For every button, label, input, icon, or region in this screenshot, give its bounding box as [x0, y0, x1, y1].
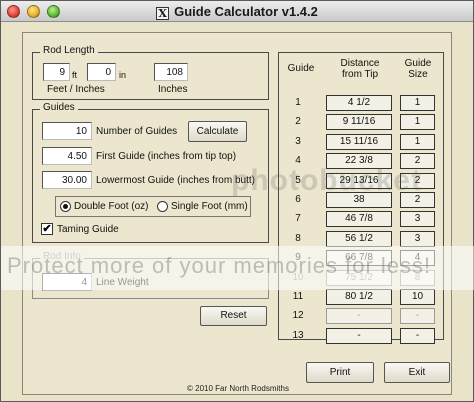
- feet-inches-label: Feet / Inches: [47, 84, 105, 95]
- table-cell-distance: 38: [326, 192, 392, 208]
- lowermost-guide-input[interactable]: 30.00: [42, 171, 92, 189]
- exit-button[interactable]: Exit: [384, 362, 450, 383]
- line-weight-input[interactable]: 4: [42, 273, 92, 291]
- table-cell-size: 4: [400, 250, 435, 267]
- table-cell-distance: 22 3/8: [326, 153, 392, 170]
- table-cell-size: 1: [400, 95, 435, 111]
- table-cell-size: 3: [400, 230, 435, 247]
- number-of-guides-input[interactable]: 10: [42, 122, 92, 140]
- feet-input[interactable]: 9: [43, 63, 70, 81]
- table-row-guide-number: 1: [295, 97, 301, 108]
- first-guide-input[interactable]: 4.50: [42, 147, 92, 165]
- rod-info-group: Rod Info 4 Line Weight: [32, 251, 269, 299]
- table-row-guide-number: 3: [295, 135, 301, 147]
- col-header-distance: Distance from Tip: [340, 58, 380, 80]
- table-row-guide-number: 8: [295, 232, 301, 244]
- single-foot-label[interactable]: Single Foot (mm): [171, 201, 248, 212]
- table-row-guide-number: 11: [292, 291, 304, 302]
- table-row-guide-number: 7: [295, 213, 301, 225]
- table-row-guide-number: 13: [292, 329, 304, 341]
- inches-input[interactable]: 0: [87, 63, 116, 81]
- table-row-guide-number: 6: [295, 194, 301, 205]
- title-bar: X Guide Calculator v1.4.2: [1, 1, 473, 22]
- table-cell-size: 2: [400, 172, 435, 189]
- table-row-guide-number: 4: [295, 155, 301, 167]
- taming-guide-checkbox[interactable]: ✔: [41, 223, 53, 235]
- single-foot-radio[interactable]: [157, 201, 168, 212]
- reset-button[interactable]: Reset: [200, 306, 267, 326]
- table-cell-size: 2: [400, 153, 435, 170]
- table-cell-size: 3: [400, 211, 435, 228]
- total-inches-label: Inches: [158, 84, 188, 95]
- calculate-button[interactable]: Calculate: [188, 121, 247, 142]
- inches-unit-label: in: [119, 70, 127, 80]
- copyright-text: © 2010 Far North Rodsmiths: [187, 384, 289, 393]
- table-cell-distance: 66 7/8: [326, 250, 392, 267]
- table-cell-distance: -: [326, 327, 392, 344]
- x-icon: X: [156, 7, 170, 20]
- results-table: Guide Distance from Tip Guide Size 1 4 1/…: [278, 52, 444, 344]
- rod-info-title: Rod Info: [40, 251, 84, 262]
- table-cell-distance: 46 7/8: [326, 211, 392, 228]
- first-guide-label: First Guide (inches from tip top): [96, 151, 237, 162]
- rod-length-title: Rod Length: [40, 45, 98, 56]
- window-title: X Guide Calculator v1.4.2: [1, 4, 473, 20]
- table-row-guide-number: 12: [292, 310, 304, 322]
- guides-title: Guides: [40, 102, 78, 113]
- table-cell-distance: 75 1/2: [326, 269, 392, 286]
- table-cell-size: 1: [400, 133, 435, 150]
- table-cell-distance: 29 13/16: [326, 172, 392, 189]
- table-cell-size: 1: [400, 114, 435, 131]
- print-button[interactable]: Print: [306, 362, 374, 383]
- table-cell-distance: -: [326, 308, 392, 325]
- double-foot-radio[interactable]: [60, 201, 71, 212]
- table-row-guide-number: 5: [295, 174, 301, 186]
- feet-unit-label: ft: [72, 70, 78, 80]
- table-cell-size: 2: [400, 192, 435, 208]
- table-cell-size: 8: [400, 269, 435, 286]
- table-cell-distance: 56 1/2: [326, 230, 392, 247]
- table-cell-size: -: [400, 308, 435, 325]
- main-panel: Rod Length 9 ft 0 in Feet / Inches 108 I…: [22, 32, 452, 395]
- table-cell-distance: 80 1/2: [326, 289, 392, 305]
- foot-type-radio-group: Double Foot (oz) Single Foot (mm): [55, 196, 251, 217]
- taming-guide-label[interactable]: Taming Guide: [57, 224, 119, 235]
- total-inches-input[interactable]: 108: [154, 63, 188, 81]
- line-weight-label: Line Weight: [96, 277, 149, 288]
- table-cell-distance: 15 11/16: [326, 133, 392, 150]
- guides-group: Guides 10 Number of Guides Calculate 4.5…: [32, 102, 269, 243]
- guide-calculator-window: X Guide Calculator v1.4.2 Rod Length 9 ft…: [0, 0, 474, 402]
- table-cell-distance: 4 1/2: [326, 95, 392, 111]
- rod-length-group: Rod Length 9 ft 0 in Feet / Inches 108 I…: [32, 45, 269, 100]
- col-header-guide: Guide: [287, 63, 315, 74]
- double-foot-label[interactable]: Double Foot (oz): [74, 201, 148, 212]
- lowermost-guide-label: Lowermost Guide (inches from butt): [96, 175, 255, 186]
- table-row-guide-number: 9: [295, 252, 301, 264]
- table-row-guide-number: 2: [295, 116, 301, 128]
- table-cell-size: -: [400, 327, 435, 344]
- table-cell-size: 10: [400, 289, 435, 305]
- table-cell-distance: 9 11/16: [326, 114, 392, 131]
- table-row-guide-number: 10: [292, 271, 304, 283]
- col-header-size: Guide Size: [404, 58, 432, 80]
- number-of-guides-label: Number of Guides: [96, 126, 178, 137]
